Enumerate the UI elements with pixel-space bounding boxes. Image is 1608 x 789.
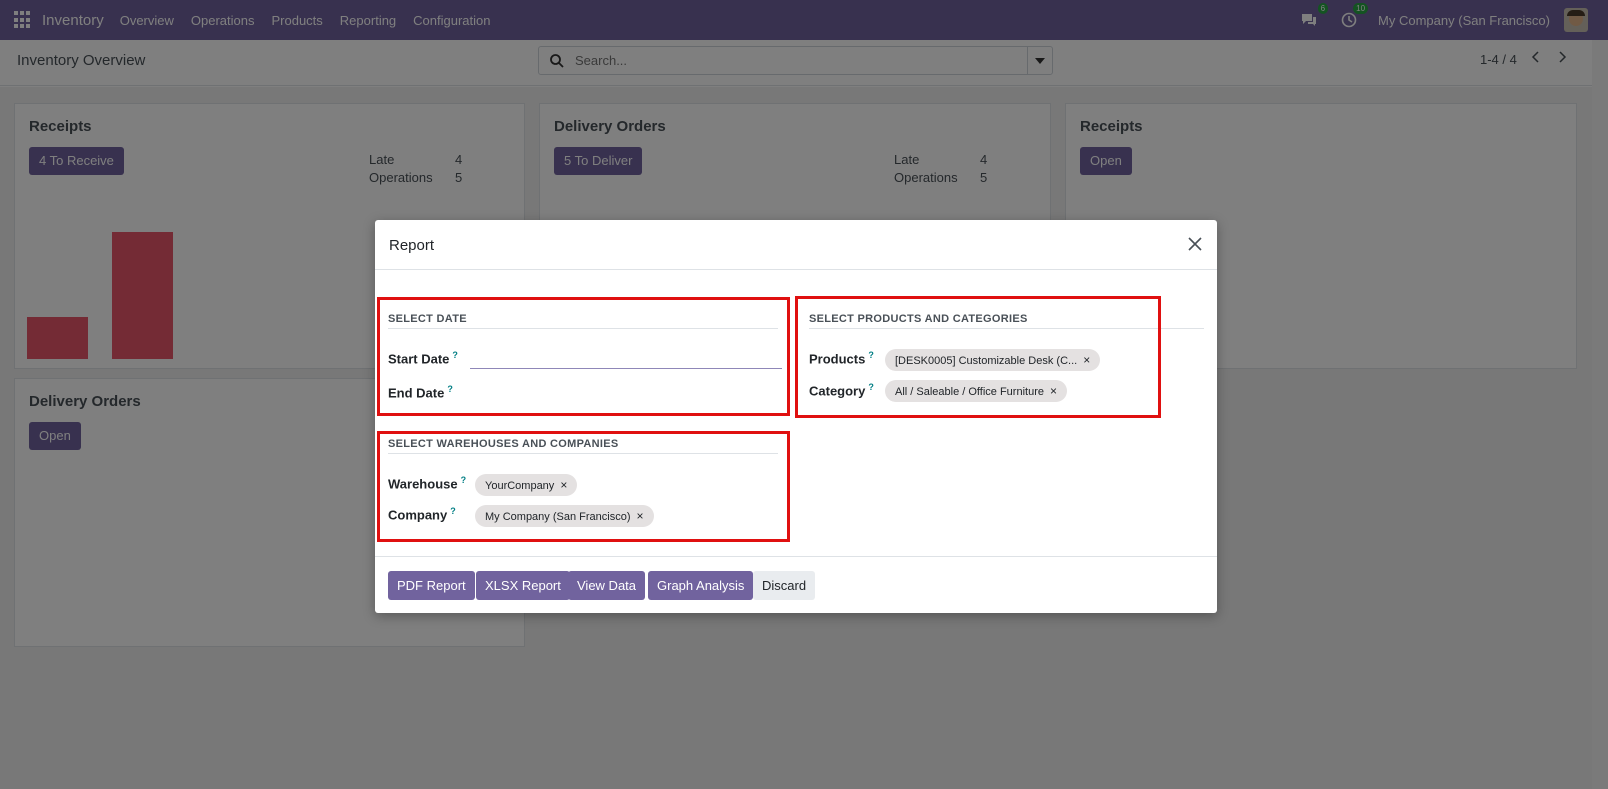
- pdf-report-button[interactable]: PDF Report: [388, 571, 475, 600]
- modal-footer: PDF Report XLSX Report View Data Graph A…: [375, 556, 1217, 613]
- xlsx-report-button[interactable]: XLSX Report: [476, 571, 570, 600]
- close-icon[interactable]: [1185, 234, 1205, 254]
- report-dialog: Report SELECT DATE Start Date? End Date?…: [375, 220, 1217, 613]
- modal-header: Report: [375, 220, 1217, 270]
- modal-title: Report: [389, 237, 435, 254]
- products-section-highlight: [795, 296, 1161, 418]
- date-section-highlight: [377, 297, 790, 416]
- background-edge: [1592, 40, 1608, 789]
- warehouse-section-highlight: [377, 431, 790, 542]
- view-data-button[interactable]: View Data: [568, 571, 646, 600]
- discard-button[interactable]: Discard: [753, 571, 816, 600]
- graph-analysis-button[interactable]: Graph Analysis: [648, 571, 754, 600]
